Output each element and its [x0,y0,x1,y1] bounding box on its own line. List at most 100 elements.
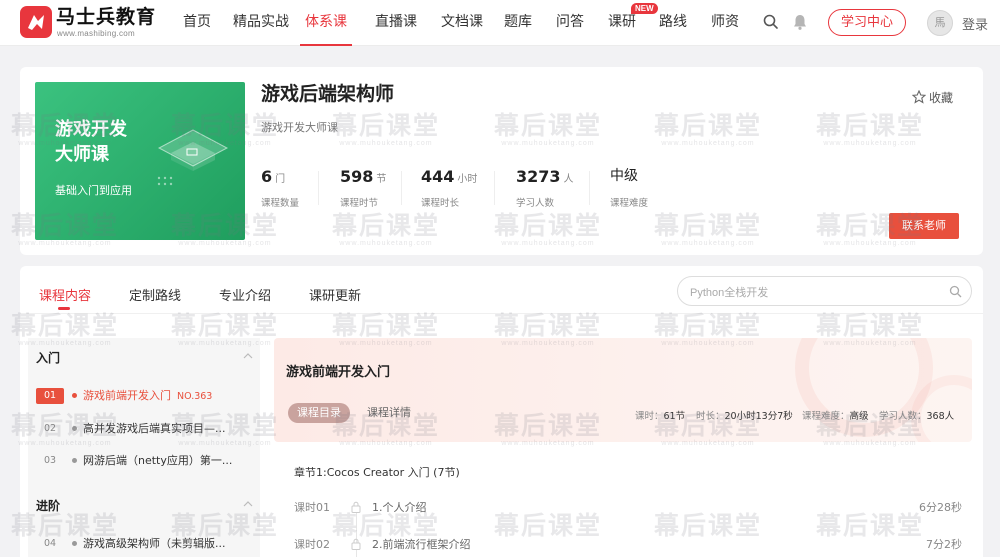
login-link[interactable]: 登录 [962,14,988,33]
lesson-number: 课时01 [294,501,330,514]
stat-value: 3273 [516,167,561,186]
bullet-icon [72,541,77,546]
stat-course-count: 6门 课程数量 [261,167,299,209]
search-input[interactable]: Python全栈开发 [677,276,972,306]
divider [401,171,402,205]
lock-icon [351,501,361,513]
lesson-row[interactable]: 课时01 1.个人介绍 6分28秒 [294,499,962,517]
nav-question-bank[interactable]: 题库 [503,0,533,46]
meta-duration: 时长：20小时13分7秒 [696,408,793,422]
logo-icon [20,6,52,38]
sidebar-course-item[interactable]: 02 高并发游戏后端真实项目—... [36,419,260,439]
nav-featured[interactable]: 精品实战 [233,0,289,46]
course-detail-header: 游戏前端开发入门 课程目录 课程详情 课时：61节 时长：20小时13分7秒 课… [274,338,972,442]
chapter-title[interactable]: 章节1:Cocos Creator 入门 (7节) [294,464,460,480]
meta-difficulty: 课程难度：高级 [802,408,869,422]
stat-unit: 门 [275,174,286,185]
stat-label: 课程难度 [610,198,649,209]
section-title-advanced[interactable]: 进阶 [36,497,60,514]
contact-teacher-button[interactable]: 联系老师 [889,213,959,239]
stat-difficulty: 中级 课程难度 [610,167,648,209]
sidebar-course-item[interactable]: 01 游戏前端开发入门 NO.363 [36,386,260,406]
study-center-button[interactable]: 学习中心 [828,9,906,36]
meta-key: 课时： [635,411,664,422]
bullet-icon [72,393,77,398]
tab-custom-route[interactable]: 定制路线 [129,285,181,304]
course-number: 02 [43,423,57,434]
search-icon[interactable] [949,285,962,298]
meta-key: 课程难度： [802,411,850,422]
tab-course-content[interactable]: 课程内容 [39,285,91,304]
chevron-up-icon[interactable] [243,353,253,359]
selected-course-title: 游戏前端开发入门 [286,365,391,380]
divider [318,171,319,205]
tab-catalog[interactable]: 课程目录 [288,403,350,423]
stat-duration: 444 小时 课程时长 [421,167,477,209]
stat-label: 课程时节 [340,198,379,209]
divider [20,313,983,314]
course-subtitle: 游戏开发大师课 [261,121,338,134]
course-card: 游戏开发 大师课 基础入门到应用 游戏后端架构师 游戏开发大师课 收藏 6门 课… [20,67,983,255]
tab-course-detail[interactable]: 课程详情 [358,403,420,423]
bullet-icon [72,426,77,431]
lesson-duration: 7分2秒 [926,538,962,551]
divider [589,171,590,205]
meta-value: 61节 [663,411,686,422]
logo-text: 马士兵教育 [56,6,157,28]
course-name: 高并发游戏后端真实项目—... [83,422,226,435]
nav-roadmap[interactable]: 路线 [658,0,688,46]
stat-unit: 节 [376,174,387,185]
bell-icon[interactable] [791,13,809,31]
meta-lessons: 课时：61节 [635,408,685,422]
bullet-icon [72,458,77,463]
stat-value: 6 [261,167,273,186]
course-cover: 游戏开发 大师课 基础入门到应用 [35,82,245,240]
course-number: 01 [36,388,64,404]
lesson-name: 2.前端流行框架介绍 [372,538,471,551]
stat-label: 学习人数 [516,198,555,209]
lesson-row[interactable]: 课时02 2.前端流行框架介绍 7分2秒 [294,536,962,554]
course-title: 游戏后端架构师 [261,83,395,105]
stat-label: 课程时长 [421,198,460,209]
nav-doc-course[interactable]: 文档课 [440,0,484,46]
course-content-panel: 课程内容 定制路线 专业介绍 课研更新 Python全栈开发 入门 01 游戏前… [20,266,983,557]
decorative-rings-icon [795,338,972,442]
stat-unit: 小时 [457,174,478,185]
avatar[interactable]: 馬 [927,10,953,36]
cover-tagline: 基础入门到应用 [55,184,132,197]
meta-key: 时长： [696,411,725,422]
section-title-intro[interactable]: 入门 [36,349,60,366]
course-name: 游戏高级架构师（未剪辑版... [83,537,226,550]
stat-unit: 人 [563,174,574,185]
nav-qa[interactable]: 问答 [555,0,585,46]
logo-url: www.mashibing.com [57,29,136,38]
tab-major-intro[interactable]: 专业介绍 [219,285,271,304]
favorite-button[interactable]: 收藏 [911,89,953,106]
course-detail: 游戏前端开发入门 课程目录 课程详情 课时：61节 时长：20小时13分7秒 课… [274,338,972,557]
course-sidebar: 入门 01 游戏前端开发入门 NO.363 02 高并发游戏后端真实项目—... … [28,338,260,557]
stat-label: 课程数量 [261,198,300,209]
new-badge: NEW [631,3,658,14]
nav-teachers[interactable]: 师资 [710,0,740,46]
search-icon[interactable] [762,13,780,31]
sidebar-course-item[interactable]: 03 网游后端（netty应用）第一... [36,451,260,471]
star-icon [911,89,927,104]
course-number: 03 [43,455,57,466]
active-tab-indicator [58,307,70,310]
nav-live[interactable]: 直播课 [374,0,418,46]
stat-value: 444 [421,167,455,186]
course-tag: NO.363 [177,391,213,402]
course-number: 04 [43,538,57,549]
tab-research-updates[interactable]: 课研更新 [309,285,361,304]
nav-system-course[interactable]: 体系课 [300,0,352,46]
meta-value: 高级 [849,411,869,422]
meta-value: 20小时13分7秒 [724,411,793,422]
sidebar-course-item[interactable]: 04 游戏高级架构师（未剪辑版... [36,534,260,554]
lesson-number: 课时02 [294,538,330,551]
nav-home[interactable]: 首页 [182,0,212,46]
search-placeholder: Python全栈开发 [690,287,769,299]
chevron-up-icon[interactable] [243,501,253,507]
logo[interactable]: 马士兵教育 www.mashibing.com [20,6,180,40]
meta-value: 368人 [926,411,955,422]
gamepad-illustration-icon [157,129,229,186]
